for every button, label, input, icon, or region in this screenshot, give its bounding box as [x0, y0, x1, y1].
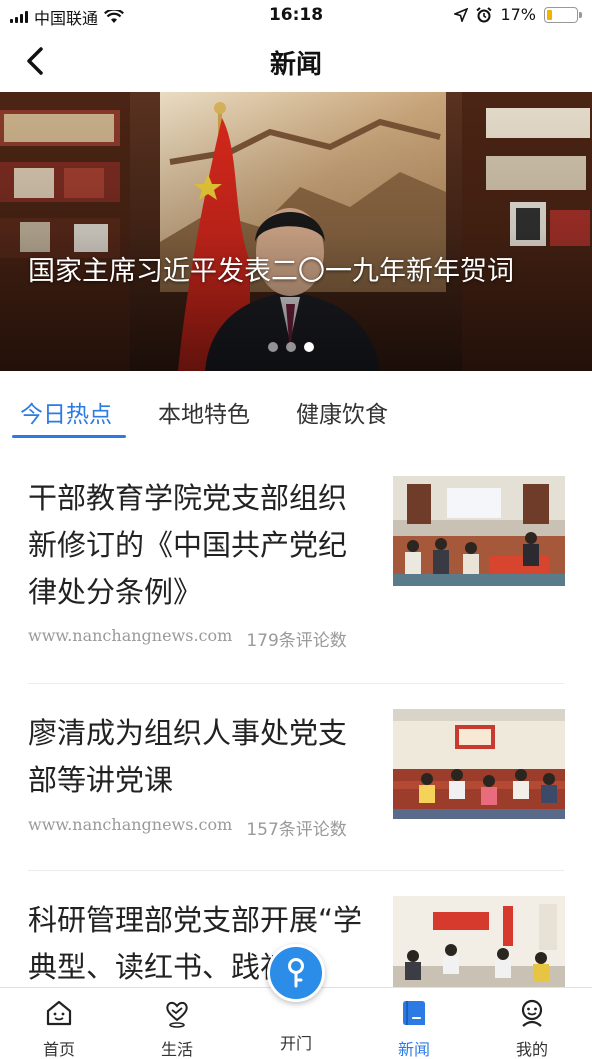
- tab-today-hot[interactable]: 今日热点: [20, 395, 112, 429]
- alarm-icon: [476, 6, 493, 22]
- news-comments: 157条评论数: [246, 820, 347, 840]
- tab-bar-item-news[interactable]: 新闻: [384, 996, 444, 1059]
- news-item[interactable]: 廖清成为组织人事处党支部等讲党课 www.nanchangnews.com 15…: [0, 684, 592, 870]
- profile-icon: [515, 996, 549, 1030]
- tab-bar-label: 生活: [160, 1040, 193, 1059]
- location-icon: [454, 7, 469, 22]
- tab-bar-label: 我的: [515, 1040, 548, 1059]
- open-door-button[interactable]: [267, 944, 325, 1002]
- banner-caption[interactable]: 国家主席习近平发表二〇一九年新年贺词: [28, 254, 568, 290]
- tab-bar-item-mine[interactable]: 我的: [502, 996, 562, 1059]
- carousel-dot-active[interactable]: [304, 342, 314, 352]
- tab-bar-label: 开门: [279, 1034, 312, 1053]
- active-tab-indicator: [12, 435, 126, 438]
- news-meta: www.nanchangnews.com 157条评论数: [28, 815, 347, 840]
- heart-location-icon: [160, 996, 194, 1030]
- news-meta: www.nanchangnews.com 179条评论数: [28, 626, 347, 651]
- tab-bar-label: 首页: [42, 1040, 75, 1059]
- news-source: www.nanchangnews.com: [28, 626, 233, 645]
- news-title[interactable]: 干部教育学院党支部组织新修订的《中国共产党纪律处分条例》: [28, 475, 368, 616]
- news-comments: 179条评论数: [246, 631, 347, 651]
- tab-bar-label: 新闻: [397, 1040, 430, 1059]
- meeting-photo: [393, 476, 565, 586]
- status-right: 17%: [454, 5, 582, 24]
- news-icon: [397, 996, 431, 1030]
- carousel-dot[interactable]: [268, 342, 278, 352]
- home-icon: [42, 996, 76, 1030]
- key-icon: [288, 958, 304, 988]
- category-tabs: 今日热点 本地特色 健康饮食: [0, 371, 592, 443]
- tab-bar-item-home[interactable]: 首页: [29, 996, 89, 1059]
- page-title: 新闻: [269, 50, 322, 80]
- carousel-dot[interactable]: [286, 342, 296, 352]
- classroom-photo: [393, 709, 565, 819]
- status-bar: 中国联通 16:18 17%: [0, 0, 592, 30]
- carousel-dots: [268, 342, 314, 352]
- meeting-photo: [393, 896, 565, 987]
- tab-bar-item-life[interactable]: 生活: [147, 996, 207, 1059]
- news-thumbnail[interactable]: [393, 476, 565, 586]
- battery-percent: 17%: [500, 5, 536, 24]
- tab-local[interactable]: 本地特色: [158, 395, 250, 429]
- news-title[interactable]: 廖清成为组织人事处党支部等讲党课: [28, 710, 368, 804]
- battery-level: [547, 9, 552, 20]
- banner-image: [0, 92, 592, 371]
- news-source: www.nanchangnews.com: [28, 815, 233, 834]
- news-thumbnail[interactable]: [393, 896, 565, 987]
- tab-health-diet[interactable]: 健康饮食: [296, 395, 388, 429]
- news-thumbnail[interactable]: [393, 709, 565, 819]
- news-item[interactable]: 干部教育学院党支部组织新修订的《中国共产党纪律处分条例》 www.nanchan…: [0, 443, 592, 683]
- battery-icon: [544, 6, 582, 23]
- tab-bar-item-open-door[interactable]: 开门: [266, 1030, 326, 1054]
- nav-bar: 新闻: [0, 30, 592, 92]
- banner-carousel[interactable]: 国家主席习近平发表二〇一九年新年贺词: [0, 92, 592, 371]
